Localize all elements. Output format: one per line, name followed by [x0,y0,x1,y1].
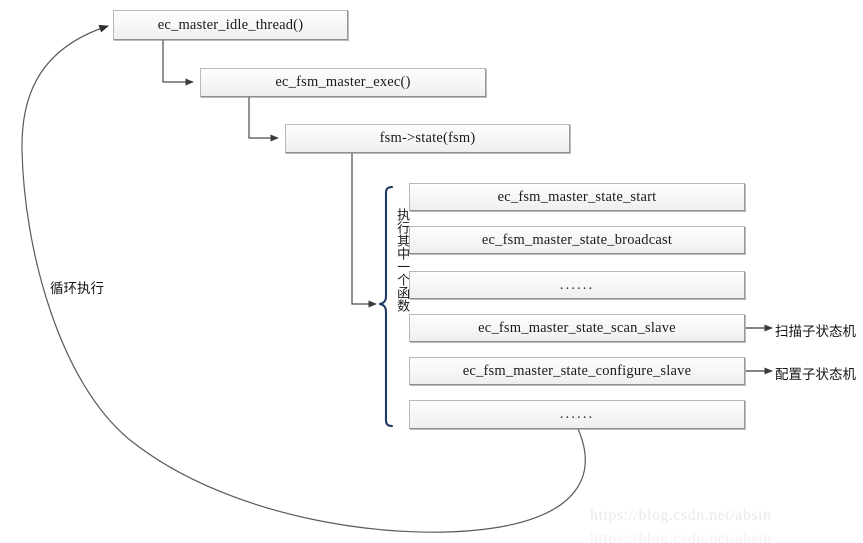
watermark-line-2: https://blog.csdn.net/absin [590,530,772,543]
state-box-start[interactable]: ec_fsm_master_state_start [409,183,745,211]
diagram-canvas: ec_master_idle_thread() ec_fsm_master_ex… [0,0,863,543]
brace-label: 执行其中一个函数 [394,208,410,312]
state-box-ellipsis-lower[interactable]: ...... [409,400,745,429]
state-box-configure-slave[interactable]: ec_fsm_master_state_configure_slave [409,357,745,385]
state-box-scan-slave[interactable]: ec_fsm_master_state_scan_slave [409,314,745,342]
state-box-broadcast-label: ec_fsm_master_state_broadcast [481,231,673,248]
state-box-ellipsis-upper[interactable]: ...... [409,271,745,299]
note-scan-slave: 扫描子状态机 [775,324,856,340]
node-fsm-master-exec[interactable]: ec_fsm_master_exec() [200,68,486,97]
connector-exec-to-state [248,97,279,142]
state-box-ellipsis-upper-label: ...... [559,276,595,293]
note-configure-slave: 配置子状态机 [775,367,856,383]
node-fsm-master-exec-label: ec_fsm_master_exec() [275,74,411,90]
node-idle-thread[interactable]: ec_master_idle_thread() [113,10,348,40]
node-fsm-state-call[interactable]: fsm->state(fsm) [285,124,570,153]
node-fsm-state-call-label: fsm->state(fsm) [379,130,476,146]
state-box-configure-slave-label: ec_fsm_master_state_configure_slave [462,362,692,379]
state-box-ellipsis-lower-label: ...... [559,406,595,422]
loop-label: 循环执行 [50,281,104,297]
state-box-broadcast[interactable]: ec_fsm_master_state_broadcast [409,226,745,254]
state-box-start-label: ec_fsm_master_state_start [497,188,657,205]
connector-state-to-brace [351,153,377,308]
node-idle-thread-label: ec_master_idle_thread() [157,16,304,33]
watermark-line-1: https://blog.csdn.net/absin [590,507,772,524]
state-box-scan-slave-label: ec_fsm_master_state_scan_slave [478,319,676,336]
grouping-brace [378,185,394,428]
connector-idle-to-exec [162,40,194,86]
